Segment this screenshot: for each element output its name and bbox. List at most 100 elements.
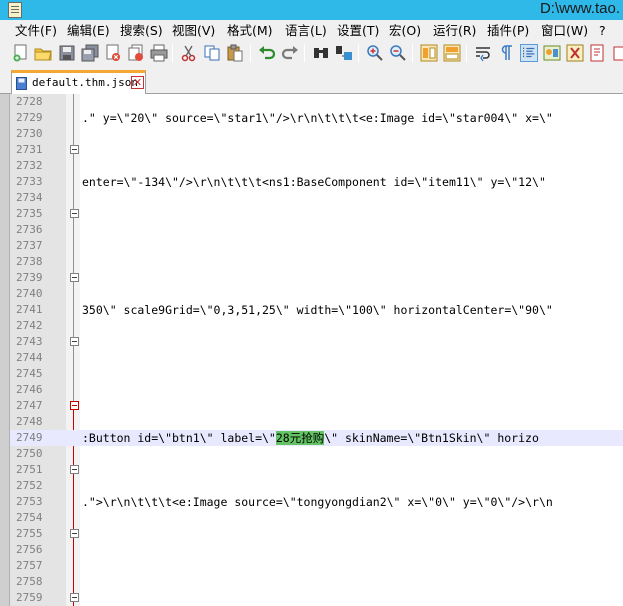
- save-icon[interactable]: [58, 44, 76, 62]
- menu-run[interactable]: 运行(R): [433, 20, 476, 42]
- line-number: 2734: [16, 191, 43, 204]
- user-defined-language-icon[interactable]: [543, 44, 561, 62]
- menu-macro[interactable]: 宏(O): [389, 20, 421, 42]
- line-number: 2747: [16, 399, 43, 412]
- code-line[interactable]: 2748: [10, 414, 623, 430]
- menu-bar: 文件(F) 编辑(E) 搜索(S) 视图(V) 格式(M) 语言(L) 设置(T…: [0, 20, 623, 41]
- code-line[interactable]: 2734: [10, 190, 623, 206]
- code-line[interactable]: 2752: [10, 478, 623, 494]
- menu-search[interactable]: 搜索(S): [120, 20, 163, 42]
- fold-toggle-icon[interactable]: [70, 273, 79, 282]
- bookmark-margin[interactable]: [0, 94, 10, 606]
- code-line[interactable]: 2736: [10, 222, 623, 238]
- code-line[interactable]: 2751: [10, 462, 623, 478]
- menu-settings[interactable]: 设置(T): [337, 20, 379, 42]
- code-line[interactable]: 2759: [10, 590, 623, 606]
- fold-toggle-icon[interactable]: [70, 529, 79, 538]
- code-line[interactable]: 2756: [10, 542, 623, 558]
- menu-help[interactable]: ?: [599, 20, 606, 42]
- menu-window[interactable]: 窗口(W): [541, 20, 588, 42]
- open-file-icon[interactable]: [34, 44, 52, 62]
- code-line[interactable]: 2731: [10, 142, 623, 158]
- code-line[interactable]: 2741 350\" scale9Grid=\"0,3,51,25\" width…: [10, 302, 623, 318]
- line-number: 2733: [16, 175, 43, 188]
- code-line[interactable]: 2744: [10, 350, 623, 366]
- folder-workspace-icon[interactable]: [612, 44, 623, 62]
- copy-icon[interactable]: [203, 44, 221, 62]
- undo-icon[interactable]: [258, 44, 276, 62]
- code-line[interactable]: 2740: [10, 286, 623, 302]
- toolbar-separator: [412, 44, 413, 62]
- line-number: 2754: [16, 511, 43, 524]
- fold-toggle-icon[interactable]: [70, 337, 79, 346]
- cut-icon[interactable]: [180, 44, 198, 62]
- code-line[interactable]: 2732: [10, 158, 623, 174]
- code-line[interactable]: 2729 ." y=\"20\" source=\"star1\"/>\r\n\t…: [10, 110, 623, 126]
- code-line-current[interactable]: 2749:Button id=\"btn1\" label=\"28元抢购\" …: [10, 430, 623, 446]
- menu-language[interactable]: 语言(L): [285, 20, 327, 42]
- code-line[interactable]: 2739: [10, 270, 623, 286]
- code-segment: :Button id=\"btn1\" label=\": [82, 431, 276, 445]
- zoom-out-icon[interactable]: [389, 44, 407, 62]
- code-line[interactable]: 2743: [10, 334, 623, 350]
- title-bar: D:\www.tao.: [0, 0, 623, 20]
- tab-default-thm-json[interactable]: default.thm.json ✕: [11, 70, 146, 94]
- code-line[interactable]: 2753 .">\r\n\t\t\t<e:Image source=\"tongy…: [10, 494, 623, 510]
- code-editor[interactable]: 2728 2729 ." y=\"20\" source=\"star1\"/>\…: [0, 94, 623, 606]
- tab-bar: default.thm.json ✕: [0, 66, 623, 94]
- code-line[interactable]: 2742: [10, 318, 623, 334]
- line-number: 2737: [16, 239, 43, 252]
- search-match-highlight: 28元抢购: [275, 431, 325, 445]
- line-number: 2748: [16, 415, 43, 428]
- sync-vertical-icon[interactable]: [420, 44, 438, 62]
- function-list-icon[interactable]: [566, 44, 584, 62]
- fold-toggle-icon[interactable]: [70, 145, 79, 154]
- code-line[interactable]: 2730: [10, 126, 623, 142]
- fold-toggle-icon[interactable]: [70, 401, 79, 410]
- code-line[interactable]: 2745: [10, 366, 623, 382]
- menu-plugins[interactable]: 插件(P): [487, 20, 529, 42]
- code-line[interactable]: 2737: [10, 238, 623, 254]
- sync-horizontal-icon[interactable]: [443, 44, 461, 62]
- code-line[interactable]: 2757: [10, 558, 623, 574]
- menu-edit[interactable]: 编辑(E): [67, 20, 110, 42]
- paste-icon[interactable]: [226, 44, 244, 62]
- code-line[interactable]: 2750: [10, 446, 623, 462]
- zoom-in-icon[interactable]: [366, 44, 384, 62]
- code-line[interactable]: 2746: [10, 382, 623, 398]
- menu-view[interactable]: 视图(V): [172, 20, 215, 42]
- menu-file[interactable]: 文件(F): [15, 20, 57, 42]
- new-file-icon[interactable]: [12, 44, 30, 62]
- indent-guide-icon[interactable]: [520, 44, 538, 62]
- save-all-icon[interactable]: [81, 44, 99, 62]
- menu-format[interactable]: 格式(M): [227, 20, 273, 42]
- code-line[interactable]: 2735: [10, 206, 623, 222]
- replace-icon[interactable]: [335, 44, 353, 62]
- fold-toggle-icon[interactable]: [70, 465, 79, 474]
- toolbar-separator: [250, 44, 251, 62]
- line-number: 2751: [16, 463, 43, 476]
- code-line[interactable]: 2738: [10, 254, 623, 270]
- code-line[interactable]: 2754: [10, 510, 623, 526]
- document-map-icon[interactable]: [589, 44, 607, 62]
- show-all-characters-icon[interactable]: [497, 44, 515, 62]
- code-line[interactable]: 2755: [10, 526, 623, 542]
- tab-close-button[interactable]: ✕: [131, 76, 144, 89]
- code-line[interactable]: 2733 enter=\"-134\"/>\r\n\t\t\t<ns1:BaseC…: [10, 174, 623, 190]
- print-icon[interactable]: [150, 44, 168, 62]
- code-segment: \" skinName=\"Btn1Skin\" horizo: [324, 431, 539, 445]
- word-wrap-icon[interactable]: [474, 44, 492, 62]
- line-number: 2752: [16, 479, 43, 492]
- redo-icon[interactable]: [281, 44, 299, 62]
- close-all-icon[interactable]: [127, 44, 145, 62]
- close-file-icon[interactable]: [104, 44, 122, 62]
- find-icon[interactable]: [312, 44, 330, 62]
- line-number: 2744: [16, 351, 43, 364]
- code-line[interactable]: 2728: [10, 94, 623, 110]
- fold-toggle-icon[interactable]: [70, 593, 79, 602]
- code-line[interactable]: 2747: [10, 398, 623, 414]
- code-text: ." y=\"20\" source=\"star1\"/>\r\n\t\t\t…: [82, 111, 553, 125]
- fold-toggle-icon[interactable]: [70, 209, 79, 218]
- code-text: :Button id=\"btn1\" label=\"28元抢购\" skin…: [82, 430, 539, 446]
- code-line[interactable]: 2758: [10, 574, 623, 590]
